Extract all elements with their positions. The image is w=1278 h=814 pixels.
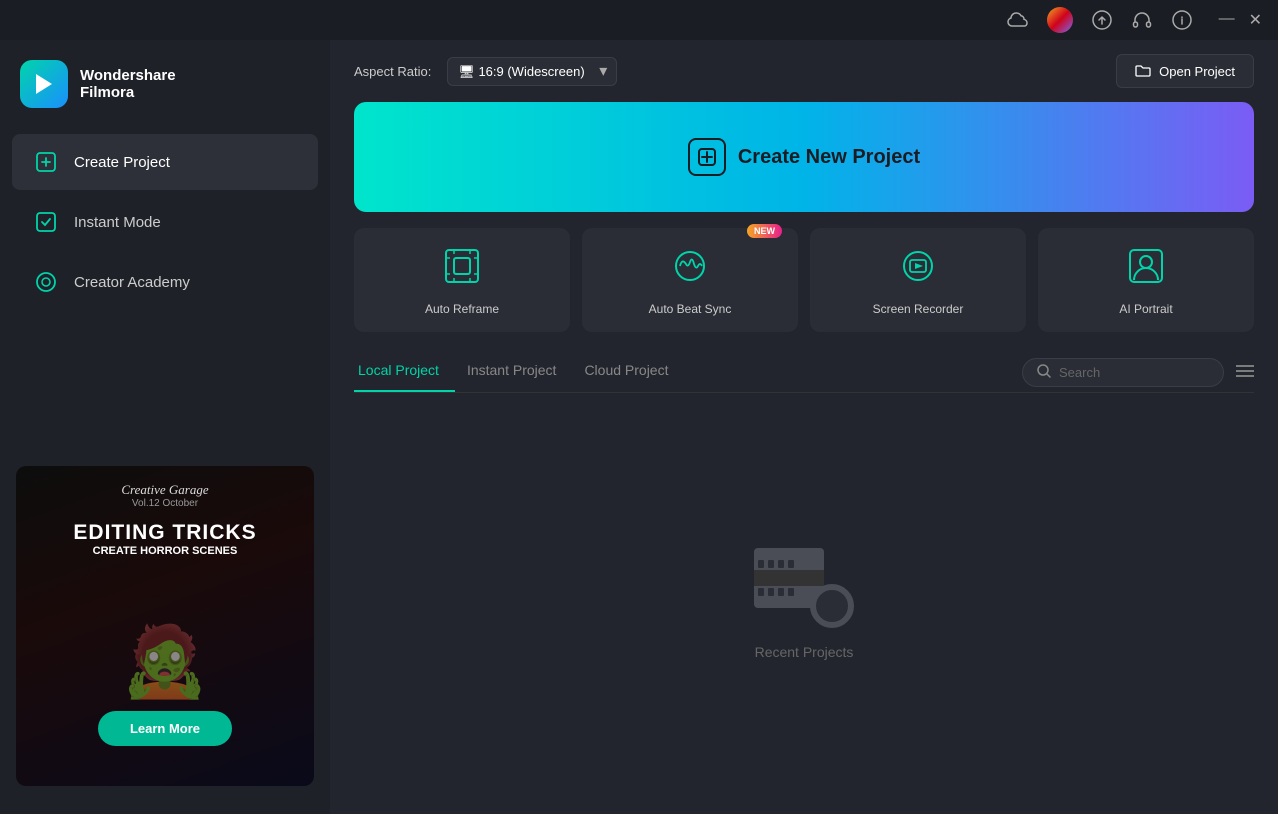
empty-state-icon bbox=[754, 548, 854, 628]
search-icon bbox=[1037, 364, 1051, 381]
main-content: Aspect Ratio: 🖥 16:9 (Widescreen) 📱 9:16… bbox=[330, 40, 1278, 814]
create-project-icon bbox=[32, 148, 60, 176]
banner-content: Creative Garage Vol.12 October EDITING T… bbox=[16, 466, 314, 786]
toolbar: Aspect Ratio: 🖥 16:9 (Widescreen) 📱 9:16… bbox=[330, 40, 1278, 102]
open-project-button[interactable]: Open Project bbox=[1116, 54, 1254, 88]
create-new-project-button[interactable]: Create New Project bbox=[354, 102, 1254, 212]
sidebar-item-create-project[interactable]: Create Project bbox=[12, 134, 318, 190]
app-body: Wondershare Filmora Create Project Inst bbox=[0, 40, 1278, 814]
banner-main-text: EDITING TRICKS bbox=[73, 521, 256, 545]
upload-icon[interactable] bbox=[1091, 9, 1113, 31]
logo-icon bbox=[20, 60, 68, 108]
auto-beat-sync-label: Auto Beat Sync bbox=[649, 302, 732, 316]
new-badge: New bbox=[747, 224, 782, 238]
auto-reframe-card[interactable]: Auto Reframe bbox=[354, 228, 570, 332]
learn-more-button[interactable]: Learn More bbox=[98, 711, 232, 746]
sidebar: Wondershare Filmora Create Project Inst bbox=[0, 40, 330, 814]
auto-reframe-label: Auto Reframe bbox=[425, 302, 499, 316]
sidebar-banner: Creative Garage Vol.12 October EDITING T… bbox=[16, 466, 314, 786]
projects-section: Local Project Instant Project Cloud Proj… bbox=[354, 352, 1254, 814]
create-project-label: Create New Project bbox=[738, 146, 920, 169]
title-bar: — ✕ bbox=[0, 0, 1278, 40]
user-avatar[interactable] bbox=[1047, 7, 1073, 33]
create-plus-icon bbox=[688, 138, 726, 176]
instant-mode-icon bbox=[32, 208, 60, 236]
auto-beat-sync-card[interactable]: New Auto Beat Sync bbox=[582, 228, 798, 332]
ai-portrait-icon bbox=[1128, 248, 1164, 292]
tab-instant-project[interactable]: Instant Project bbox=[463, 352, 573, 392]
banner-subtitle: Vol.12 October bbox=[132, 498, 198, 509]
aspect-ratio-select[interactable]: 🖥 16:9 (Widescreen) 📱 9:16 (Vertical) ⬜ … bbox=[447, 57, 617, 86]
empty-state-text: Recent Projects bbox=[755, 644, 854, 660]
empty-state: Recent Projects bbox=[354, 393, 1254, 814]
screen-recorder-label: Screen Recorder bbox=[873, 302, 964, 316]
app-logo: Wondershare Filmora bbox=[0, 52, 330, 132]
ai-portrait-card[interactable]: AI Portrait bbox=[1038, 228, 1254, 332]
cloud-icon[interactable] bbox=[1007, 9, 1029, 31]
banner-decoration: 🧟 bbox=[121, 557, 208, 711]
projects-tabs: Local Project Instant Project Cloud Proj… bbox=[354, 352, 1254, 393]
search-box bbox=[1022, 358, 1224, 387]
auto-beat-sync-icon bbox=[672, 248, 708, 292]
screen-recorder-card[interactable]: Screen Recorder bbox=[810, 228, 1026, 332]
list-view-button[interactable] bbox=[1236, 362, 1254, 383]
aspect-ratio-wrapper: 🖥 16:9 (Widescreen) 📱 9:16 (Vertical) ⬜ … bbox=[447, 57, 617, 86]
sidebar-item-instant-mode[interactable]: Instant Mode bbox=[12, 194, 318, 250]
ai-portrait-label: AI Portrait bbox=[1119, 302, 1172, 316]
headphone-icon[interactable] bbox=[1131, 9, 1153, 31]
auto-reframe-icon bbox=[444, 248, 480, 292]
window-controls: — ✕ bbox=[1219, 10, 1262, 30]
film-circle bbox=[810, 584, 854, 628]
sidebar-item-creator-academy[interactable]: Creator Academy bbox=[12, 254, 318, 310]
banner-title: Creative Garage bbox=[121, 482, 208, 498]
aspect-ratio-label: Aspect Ratio: bbox=[354, 64, 431, 79]
folder-icon bbox=[1135, 63, 1151, 79]
search-input[interactable] bbox=[1059, 365, 1209, 380]
logo-text: Wondershare Filmora bbox=[80, 67, 176, 101]
close-button[interactable]: ✕ bbox=[1249, 10, 1262, 30]
screen-recorder-icon bbox=[900, 248, 936, 292]
feature-cards: Auto Reframe New Auto Beat Sync bbox=[354, 228, 1254, 332]
info-icon[interactable] bbox=[1171, 9, 1193, 31]
tab-cloud-project[interactable]: Cloud Project bbox=[580, 352, 684, 392]
minimize-button[interactable]: — bbox=[1219, 10, 1235, 30]
banner-sub-text: CREATE HORROR SCENES bbox=[93, 545, 238, 557]
creator-academy-icon bbox=[32, 268, 60, 296]
tab-local-project[interactable]: Local Project bbox=[354, 352, 455, 392]
